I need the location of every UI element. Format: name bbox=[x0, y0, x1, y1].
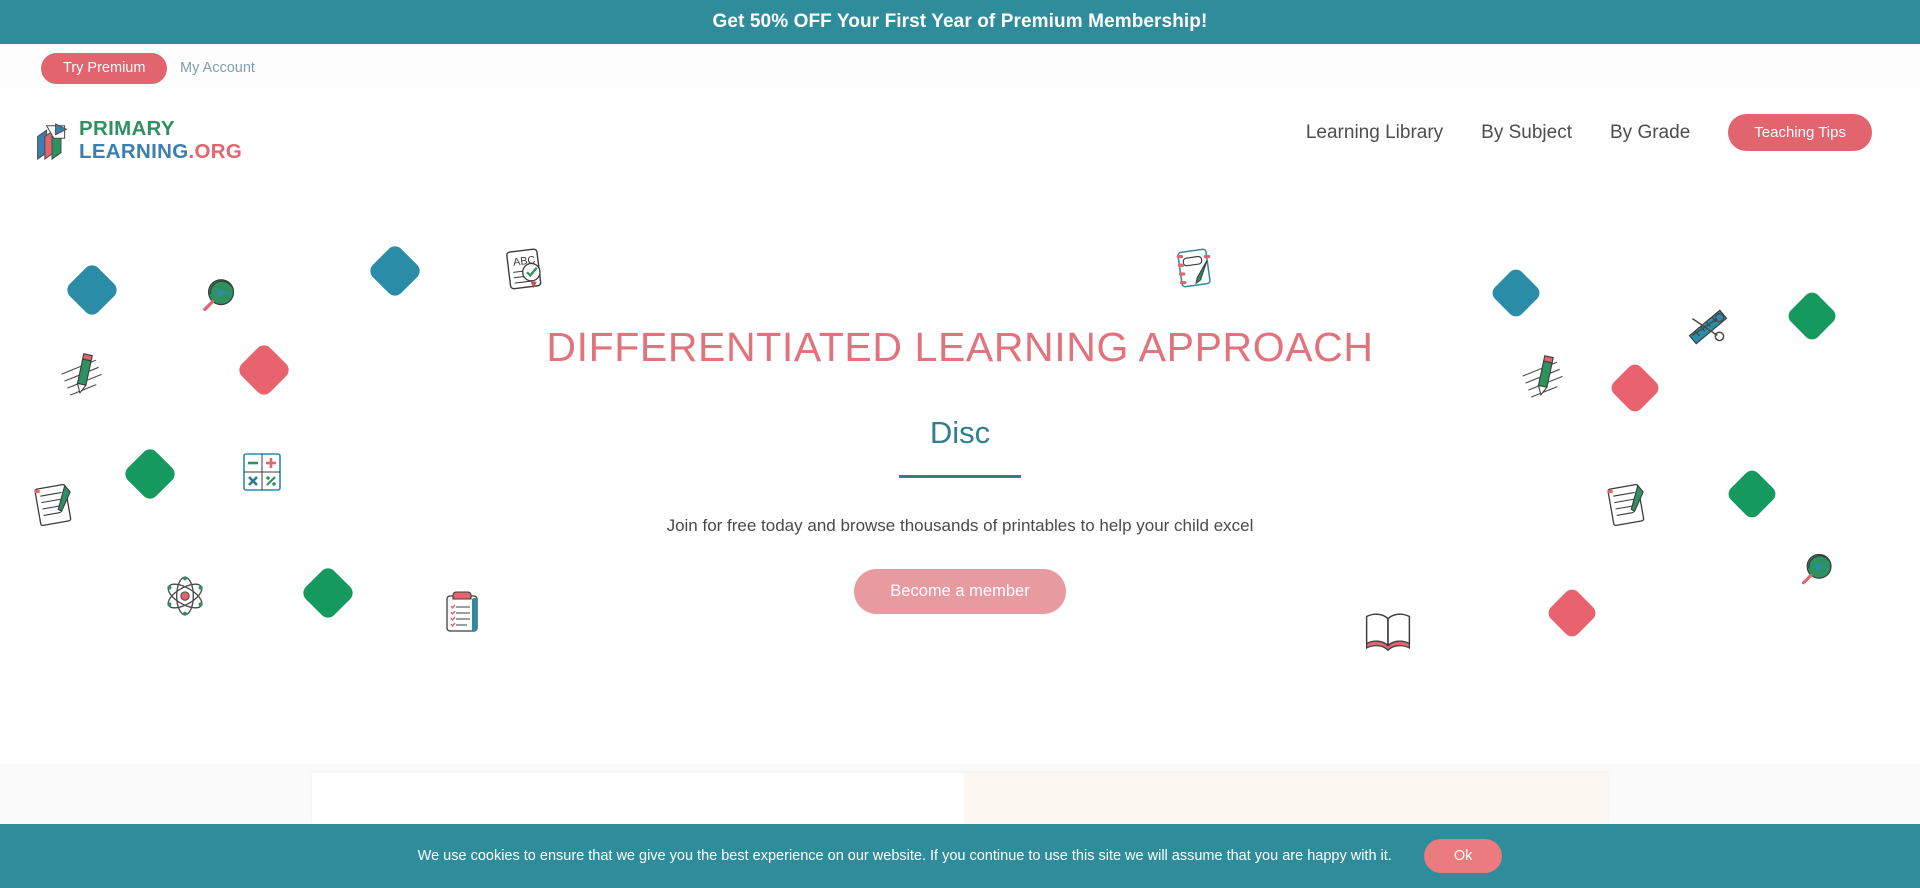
hero-divider bbox=[899, 475, 1021, 478]
nav-link-by-subject[interactable]: By Subject bbox=[1481, 122, 1572, 144]
content-panel-preview[interactable] bbox=[312, 773, 1608, 825]
page-root: Get 50% OFF Your First Year of Premium M… bbox=[0, 0, 1920, 888]
content-panel-right bbox=[964, 773, 1608, 825]
cookie-consent-text: We use cookies to ensure that we give yo… bbox=[417, 848, 1392, 864]
site-logo[interactable]: PRIMARY LEARNING.ORG bbox=[34, 117, 243, 164]
try-premium-button[interactable]: Try Premium bbox=[41, 53, 168, 84]
hero-description: Join for free today and browse thousands… bbox=[666, 516, 1254, 535]
nav-link-learning-library[interactable]: Learning Library bbox=[1306, 122, 1443, 144]
nav-link-by-grade[interactable]: By Grade bbox=[1610, 122, 1690, 144]
utility-bar: Try Premium My Account bbox=[0, 44, 1920, 88]
promo-banner[interactable]: Get 50% OFF Your First Year of Premium M… bbox=[0, 0, 1920, 44]
promo-banner-text: Get 50% OFF Your First Year of Premium M… bbox=[712, 11, 1208, 32]
hero-content: DIFFERENTIATED LEARNING APPROACH Disc Jo… bbox=[0, 174, 1920, 764]
cookie-accept-button[interactable]: Ok bbox=[1423, 838, 1503, 874]
hero-section: ABC DIFFERENTIATED LEARNING APPROACH Dis… bbox=[0, 174, 1920, 764]
content-panel-left bbox=[312, 773, 964, 825]
logo-line-primary: PRIMARY bbox=[79, 117, 175, 140]
logo-wordmark: PRIMARY LEARNING.ORG bbox=[79, 117, 243, 164]
main-navigation: Learning Library By Subject By Grade Tea… bbox=[1306, 114, 1872, 152]
hero-subtitle: Disc bbox=[929, 415, 991, 450]
cookie-consent-bar: We use cookies to ensure that we give yo… bbox=[0, 824, 1920, 888]
teaching-tips-button[interactable]: Teaching Tips bbox=[1728, 114, 1872, 152]
books-pencil-logo-icon bbox=[34, 122, 70, 160]
my-account-link[interactable]: My Account bbox=[180, 60, 255, 76]
become-a-member-button[interactable]: Become a member bbox=[854, 569, 1066, 614]
logo-org-text: .ORG bbox=[188, 139, 243, 163]
logo-line-learning: LEARNING.ORG bbox=[79, 139, 243, 164]
page-title: DIFFERENTIATED LEARNING APPROACH bbox=[546, 324, 1374, 370]
logo-learning-text: LEARNING bbox=[79, 139, 189, 163]
